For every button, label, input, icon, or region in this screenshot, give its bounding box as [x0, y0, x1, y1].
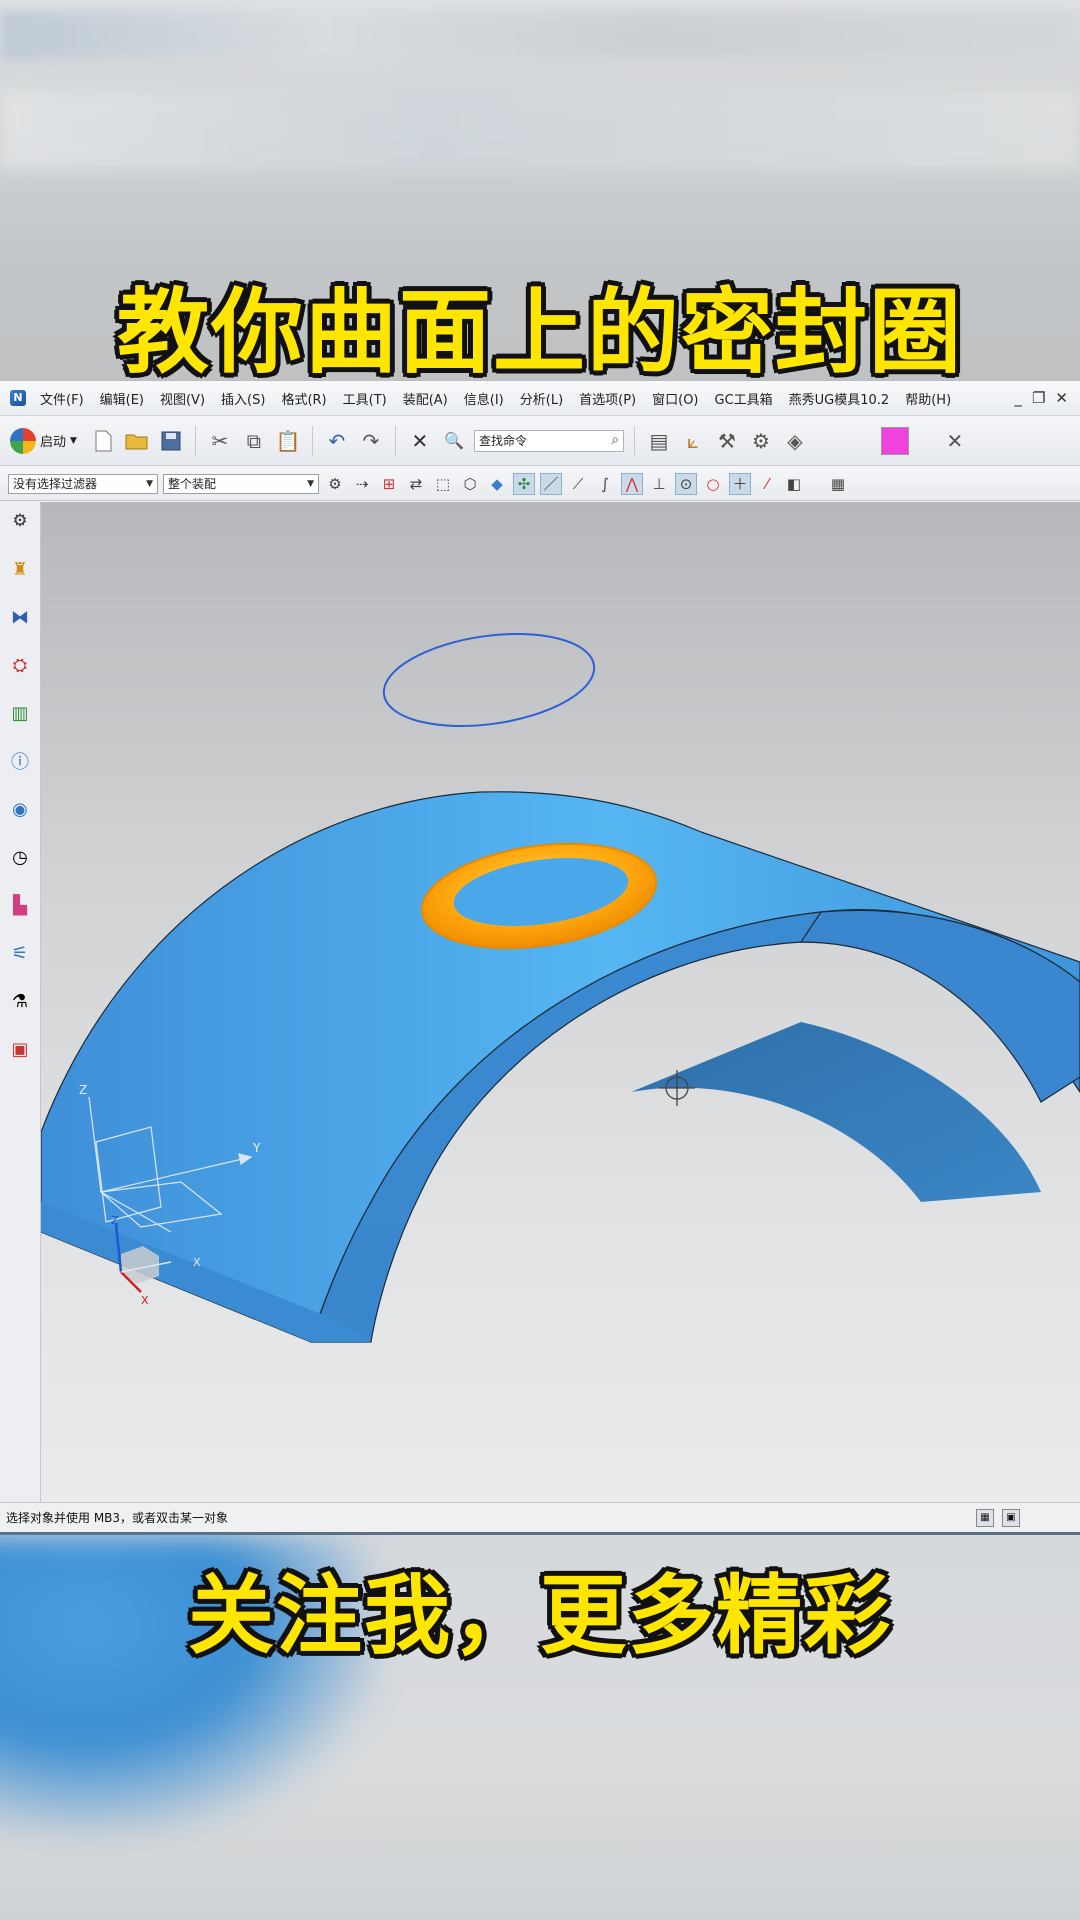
sketch-circle — [382, 632, 596, 728]
control-point-icon[interactable]: ∫ — [594, 473, 616, 495]
status-prompt: 选择对象并使用 MB3，或者双击某一对象 — [6, 1511, 229, 1525]
type-filter-select[interactable]: 没有选择过滤器 ▼ — [8, 473, 158, 494]
filter-settings-icon[interactable]: ⚙ — [324, 473, 346, 495]
resource-bar: ⚙ ♜ ⧓ ⛭ ▥ ⓘ ◉ ◷ ▙ ⚟ ⚗ ▣ — [0, 502, 41, 1502]
part-navigator-icon[interactable]: ▤ — [645, 427, 673, 455]
reuse-library-icon[interactable]: ▥ — [7, 700, 33, 726]
redo-icon[interactable]: ↷ — [357, 427, 385, 455]
mid-point-icon[interactable]: ⟋ — [567, 473, 589, 495]
nx-app-icon[interactable]: N — [10, 390, 26, 406]
existing-point-icon[interactable]: ＋ — [729, 472, 751, 495]
triad-z-label: Z — [111, 1214, 119, 1227]
menu-information[interactable]: 信息(I) — [456, 389, 512, 408]
intersection-icon[interactable]: ⋀ — [621, 472, 643, 495]
selection-status-icon[interactable]: ▦ — [976, 1508, 994, 1527]
show-hide-icon[interactable]: ◈ — [781, 427, 809, 455]
model-view: Z Y Z X X — [41, 632, 1080, 1343]
menu-yanxiu-mold[interactable]: 燕秀UG模具10.2 — [781, 389, 898, 408]
menu-analysis[interactable]: 分析(L) — [512, 389, 571, 408]
selection-toolbar: 没有选择过滤器 ▼ 整个装配 ▼ ⚙ ⇢ ⊞ ⇄ ⬚ ⬡ ◆ ✣ ／ ⟋ ∫ ⋀ ⊥… — [0, 467, 1080, 501]
minimize-icon[interactable]: _ — [1014, 389, 1022, 407]
deselect-icon[interactable]: ⇄ — [405, 473, 427, 495]
manufacturing-wizard-icon[interactable]: ⚗ — [7, 988, 33, 1014]
menu-window[interactable]: 窗口(O) — [644, 389, 706, 408]
color-swatch[interactable] — [880, 426, 909, 455]
graphics-window[interactable]: Z Y Z X X — [41, 502, 1080, 1502]
close-part-icon[interactable]: ✕ — [941, 427, 969, 455]
menu-help[interactable]: 帮助(H) — [897, 389, 959, 408]
roles-icon[interactable]: ▣ — [7, 1036, 33, 1062]
menu-tools[interactable]: 工具(T) — [335, 389, 395, 408]
cut-icon[interactable]: ✂ — [206, 427, 234, 455]
standard-toolbar: 启动 ▼ ✂ ⧉ 📋 ↶ ↷ ✕ 🔍 查找命令 ⌕ ▤ ⟀ ⚒ ⚙ ◈ ✕ — [0, 416, 1080, 466]
menu-view[interactable]: 视图(V) — [152, 389, 213, 408]
quadrant-icon[interactable]: ○ — [702, 473, 724, 495]
command-finder-input[interactable]: 查找命令 ⌕ — [473, 429, 624, 452]
wcs-icon[interactable]: ⟀ — [679, 427, 707, 455]
settings-icon[interactable]: ⚙ — [7, 508, 33, 534]
system-materials-icon[interactable]: ▙ — [7, 892, 33, 918]
solid-body-icon[interactable]: ⬡ — [459, 473, 481, 495]
menu-format[interactable]: 格式(R) — [273, 389, 334, 408]
csys-y-label: Y — [252, 1141, 261, 1155]
point-on-curve-icon[interactable]: ⁄ — [756, 473, 778, 495]
grid-icon[interactable]: ▦ — [827, 473, 849, 495]
point-on-face-icon[interactable]: ◧ — [783, 473, 805, 495]
selection-scope-select[interactable]: 整个装配 ▼ — [163, 473, 319, 494]
restore-icon[interactable]: ❐ — [1032, 389, 1045, 407]
nx-application-window: N 文件(F) 编辑(E) 视图(V) 插入(S) 格式(R) 工具(T) 装配… — [0, 380, 1080, 1535]
undo-icon[interactable]: ↶ — [323, 427, 351, 455]
process-studio-icon[interactable]: ⚟ — [7, 940, 33, 966]
select-features-icon[interactable]: ⇢ — [351, 473, 373, 495]
csys-x-label: X — [193, 1256, 201, 1269]
constraint-navigator-icon[interactable]: ⧓ — [7, 604, 33, 630]
menu-insert[interactable]: 插入(S) — [213, 389, 273, 408]
start-button[interactable]: 启动 ▼ — [10, 427, 83, 454]
status-bar: 选择对象并使用 MB3，或者双击某一对象 ▦ ▣ — [0, 1502, 1080, 1532]
inner-arch-face — [631, 1022, 1041, 1202]
fit-view-icon[interactable]: ▣ — [1002, 1508, 1020, 1527]
menu-gc-toolbox[interactable]: GC工具箱 — [707, 389, 781, 408]
search-icon: ⌕ — [611, 431, 619, 448]
start-label: 启动 — [40, 435, 67, 450]
open-folder-icon[interactable] — [123, 427, 151, 455]
part-navigator-icon[interactable]: ⛭ — [7, 652, 33, 678]
menu-preferences[interactable]: 首选项(P) — [571, 389, 644, 408]
repeat-command-icon[interactable]: 🔍 — [440, 427, 468, 455]
web-browser-icon[interactable]: ◉ — [7, 796, 33, 822]
start-icon — [10, 427, 36, 454]
csys-z-label: Z — [79, 1083, 87, 1097]
analysis-icon[interactable]: ⚙ — [747, 427, 775, 455]
delete-icon[interactable]: ✕ — [406, 427, 434, 455]
menu-assemblies[interactable]: 装配(A) — [395, 389, 456, 408]
select-all-icon[interactable]: ⊞ — [378, 473, 400, 495]
assembly-navigator-icon[interactable]: ♜ — [7, 556, 33, 582]
measure-icon[interactable]: ⚒ — [713, 427, 741, 455]
close-icon[interactable]: ✕ — [1055, 389, 1068, 407]
triad-x-label: X — [141, 1294, 149, 1307]
menu-bar: N 文件(F) 编辑(E) 视图(V) 插入(S) 格式(R) 工具(T) 装配… — [0, 381, 1080, 416]
rectangle-select-icon[interactable]: ⬚ — [432, 473, 454, 495]
perpendicular-icon[interactable]: ⊥ — [648, 473, 670, 495]
snap-point-icon[interactable]: ✣ — [513, 472, 535, 495]
arc-center-icon[interactable]: ⊙ — [675, 472, 697, 495]
video-title-caption: 教你曲面上的密封圈 — [116, 279, 963, 386]
history-icon[interactable]: ◷ — [7, 844, 33, 870]
save-icon[interactable] — [157, 427, 185, 455]
end-point-icon[interactable]: ／ — [540, 472, 562, 495]
paste-icon[interactable]: 📋 — [274, 427, 302, 455]
shaded-view-icon[interactable]: ◆ — [486, 473, 508, 495]
follow-me-caption: 关注我，更多精彩 — [188, 1566, 892, 1666]
hd3d-tools-icon[interactable]: ⓘ — [7, 748, 33, 774]
copy-icon[interactable]: ⧉ — [240, 427, 268, 455]
menu-edit[interactable]: 编辑(E) — [92, 389, 152, 408]
menu-file[interactable]: 文件(F) — [32, 389, 92, 408]
new-file-icon[interactable] — [89, 427, 117, 455]
